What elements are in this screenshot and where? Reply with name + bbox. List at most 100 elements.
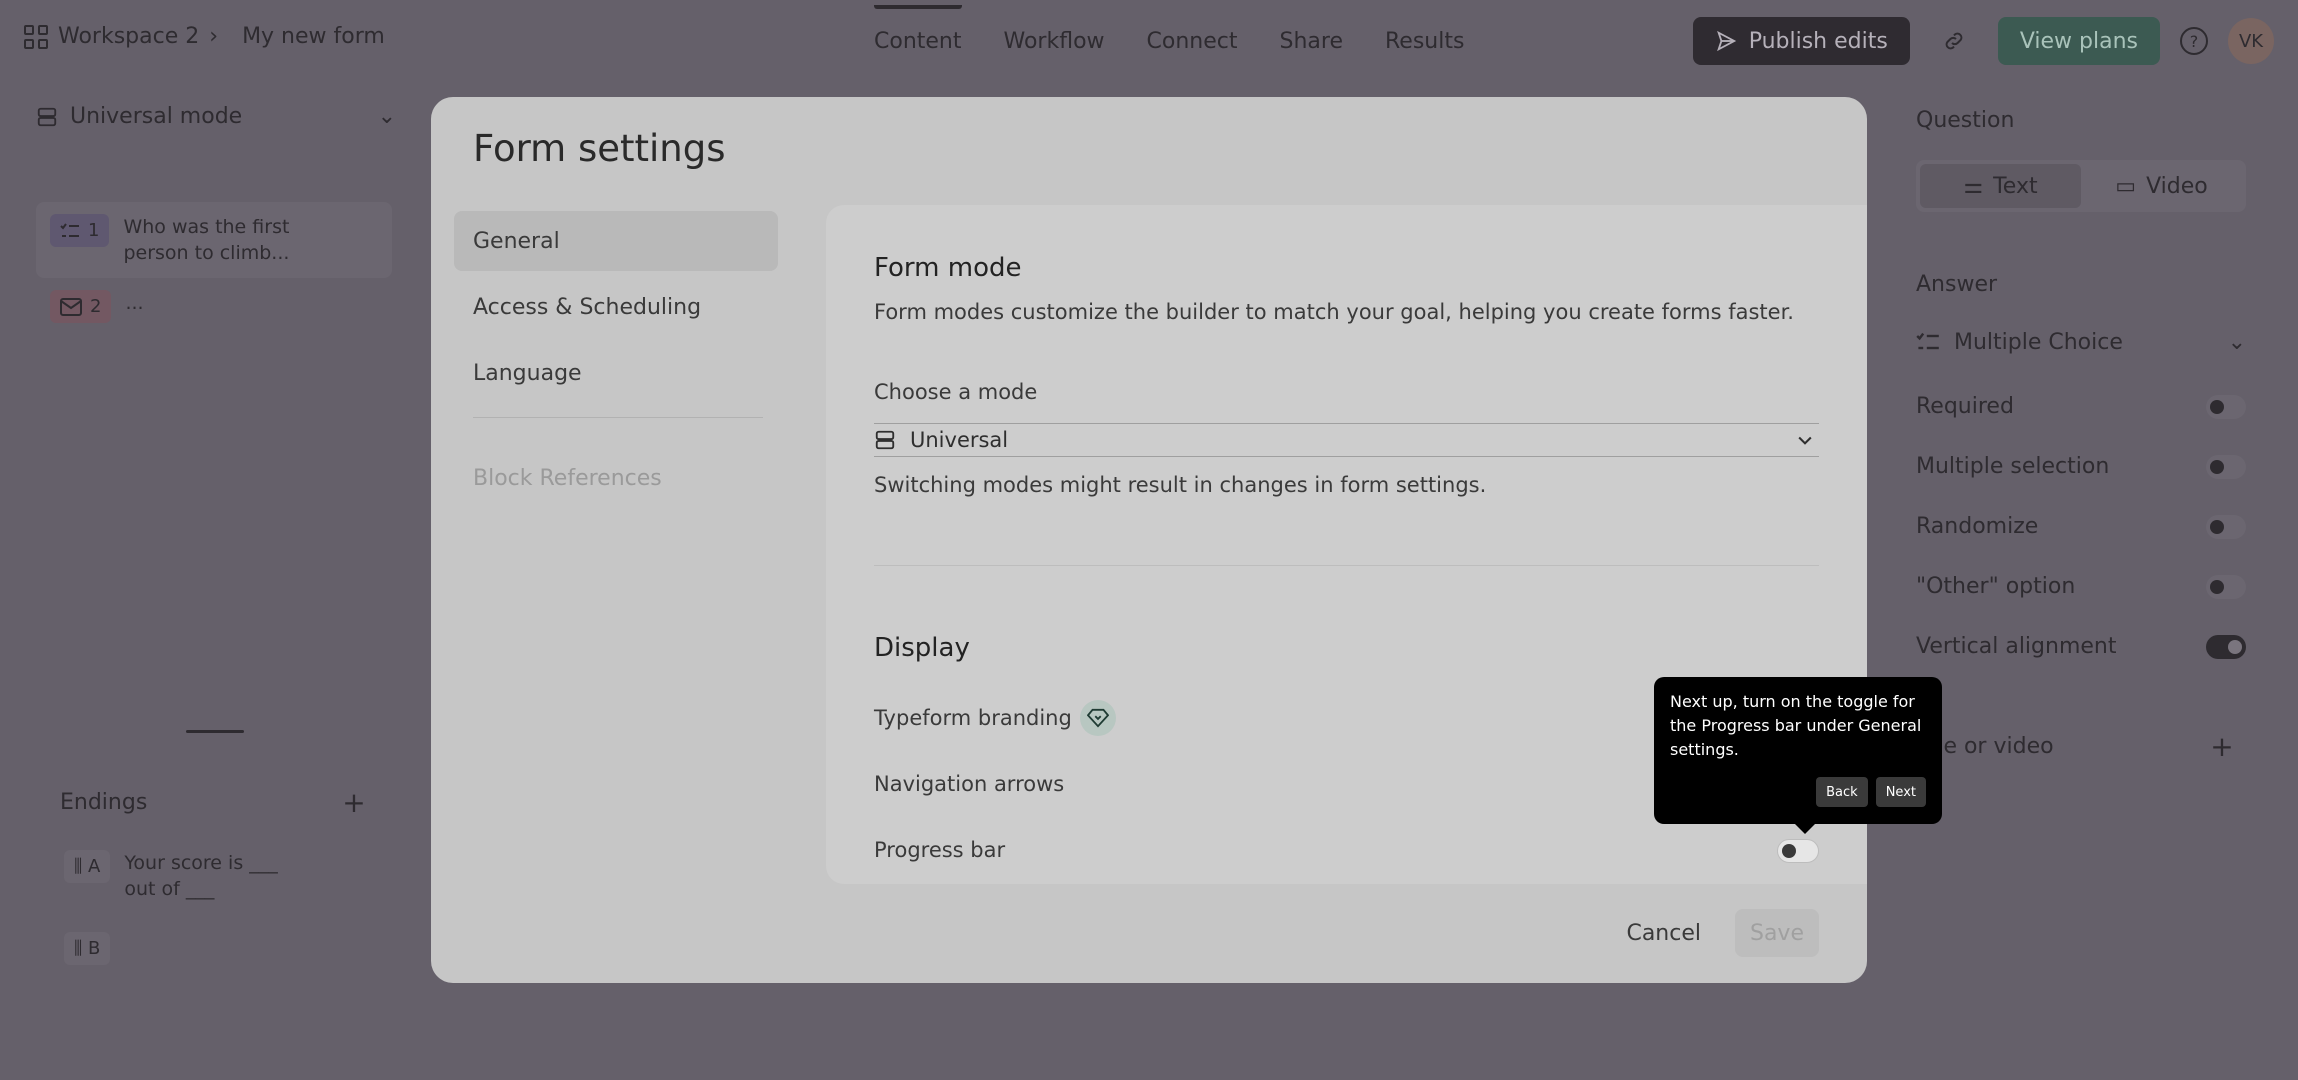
multiple-selection-setting: Multiple selection: [1916, 454, 2246, 479]
mode-select[interactable]: Universal: [874, 423, 1819, 457]
nav-language[interactable]: Language: [454, 343, 778, 403]
question-text: ...: [125, 292, 144, 314]
cancel-button[interactable]: Cancel: [1626, 921, 1701, 946]
main-tabs: Content Workflow Connect Share Results: [874, 0, 1464, 82]
ending-badge: ⫼ A: [64, 850, 111, 883]
required-toggle[interactable]: [2206, 394, 2246, 419]
tab-share[interactable]: Share: [1280, 29, 1344, 54]
breadcrumb-form-name[interactable]: My new form: [242, 24, 385, 49]
save-button[interactable]: Save: [1735, 909, 1819, 957]
help-icon[interactable]: ?: [2180, 27, 2208, 55]
avatar[interactable]: VK: [2228, 18, 2274, 64]
other-option-label: "Other" option: [1916, 574, 2076, 599]
typeform-branding-label: Typeform branding: [874, 706, 1072, 730]
add-media-button[interactable]: +: [2198, 722, 2246, 770]
randomize-toggle[interactable]: [2206, 514, 2246, 539]
mode-select-value: Universal: [910, 428, 1009, 452]
question-type-toggle: ⚌ Text ▭ Video: [1916, 160, 2246, 212]
universal-mode-icon: [37, 107, 57, 126]
tab-workflow[interactable]: Workflow: [1004, 29, 1105, 54]
publish-edits-label: Publish edits: [1748, 28, 1888, 54]
video-option-label: Video: [2146, 173, 2208, 199]
question-badge: 1: [50, 214, 110, 247]
tab-connect[interactable]: Connect: [1147, 29, 1238, 54]
question-text: Who was the first person to climb...: [123, 216, 290, 264]
nav-block-references[interactable]: Block References: [454, 448, 778, 508]
multiple-selection-toggle[interactable]: [2206, 454, 2246, 479]
image-video-setting: age or video +: [1916, 722, 2246, 770]
tab-results[interactable]: Results: [1385, 29, 1464, 54]
answer-type-label: Multiple Choice: [1954, 329, 2123, 355]
link-icon: [1945, 32, 1963, 50]
panel-resize-handle[interactable]: [186, 730, 244, 733]
question-item[interactable]: 2 ...: [36, 278, 392, 335]
other-option-setting: "Other" option: [1916, 574, 2246, 599]
ending-item[interactable]: ⫼ B: [36, 914, 392, 977]
randomize-label: Randomize: [1916, 514, 2039, 539]
text-option-label: Text: [1993, 173, 2038, 199]
question-section-label: Question: [1916, 108, 2015, 133]
text-option[interactable]: ⚌ Text: [1920, 164, 2081, 208]
ending-badge: ⫼ B: [64, 932, 111, 965]
nav-access-scheduling[interactable]: Access & Scheduling: [454, 277, 778, 337]
video-camera-icon: ▭: [2115, 173, 2137, 199]
vertical-alignment-label: Vertical alignment: [1916, 634, 2117, 659]
send-icon: [1716, 30, 1736, 52]
mode-selector[interactable]: Universal mode ⌄: [36, 104, 396, 129]
breadcrumb: Workspace 2 › My new form: [24, 24, 385, 49]
question-badge: 2: [50, 290, 112, 323]
modal-title: Form settings: [473, 127, 726, 170]
other-option-toggle[interactable]: [2206, 574, 2246, 599]
required-setting: Required: [1916, 394, 2246, 419]
video-option[interactable]: ▭ Video: [2081, 164, 2242, 208]
answer-section-label: Answer: [1916, 272, 1998, 297]
premium-diamond-icon[interactable]: [1079, 700, 1116, 736]
randomize-setting: Randomize: [1916, 514, 2246, 539]
nav-divider: [473, 417, 763, 418]
vertical-alignment-setting: Vertical alignment: [1916, 634, 2246, 659]
topbar-actions: Publish edits View plans ? VK: [1692, 17, 2274, 65]
breadcrumb-workspace[interactable]: Workspace 2: [58, 24, 199, 49]
question-number: 2: [90, 296, 102, 317]
mode-label: Universal mode: [70, 104, 243, 129]
question-list: 1 Who was the first person to climb... 2…: [36, 202, 392, 335]
vertical-alignment-toggle[interactable]: [2206, 634, 2246, 659]
ending-text: Your score is ___ out of ___: [124, 852, 278, 900]
tooltip-next-button[interactable]: Next: [1875, 777, 1926, 807]
progress-bar-setting: Progress bar: [874, 838, 1005, 862]
copy-link-button[interactable]: [1930, 17, 1978, 65]
form-mode-title: Form mode: [874, 253, 1022, 283]
progress-bar-toggle[interactable]: [1777, 839, 1819, 863]
publish-edits-button[interactable]: Publish edits: [1692, 17, 1910, 65]
navigation-arrows-label: Navigation arrows: [874, 772, 1065, 796]
navigation-arrows-setting: Navigation arrows: [874, 772, 1064, 796]
chevron-down-icon: [1798, 436, 1812, 445]
breadcrumb-separator: ›: [209, 24, 219, 49]
chevron-down-icon: ⌄: [377, 104, 396, 129]
tab-content[interactable]: Content: [874, 4, 962, 54]
add-ending-button[interactable]: +: [330, 778, 378, 826]
choose-mode-label: Choose a mode: [874, 380, 1038, 404]
multiple-selection-label: Multiple selection: [1916, 454, 2110, 479]
answer-type-select[interactable]: Multiple Choice ⌄: [1916, 318, 2246, 366]
tooltip-back-button[interactable]: Back: [1816, 777, 1868, 807]
question-number: 1: [88, 220, 100, 241]
mail-icon: [60, 297, 82, 316]
tooltip-text: Next up, turn on the toggle for the Prog…: [1670, 692, 1922, 759]
endings-title: Endings: [60, 789, 148, 815]
typeform-branding-setting: Typeform branding: [874, 700, 1116, 736]
view-plans-button[interactable]: View plans: [1997, 17, 2160, 65]
section-divider: [874, 565, 1819, 566]
required-label: Required: [1916, 394, 2014, 419]
right-panel: Question ⚌ Text ▭ Video Answer Multiple …: [1890, 82, 2298, 1080]
question-item[interactable]: 1 Who was the first person to climb...: [36, 202, 392, 278]
ending-icon: ⫼: [74, 938, 89, 959]
multiple-choice-icon: [60, 222, 79, 237]
mode-switch-hint: Switching modes might result in changes …: [874, 473, 1487, 497]
ending-item[interactable]: ⫼ A Your score is ___ out of ___: [36, 832, 392, 914]
form-settings-modal: Form settings General Access & Schedulin…: [431, 97, 1867, 983]
ending-letter: B: [88, 938, 101, 959]
text-lines-icon: ⚌: [1963, 173, 1984, 199]
nav-general[interactable]: General: [454, 211, 778, 271]
tooltip-actions: Back Next: [1816, 777, 1926, 807]
